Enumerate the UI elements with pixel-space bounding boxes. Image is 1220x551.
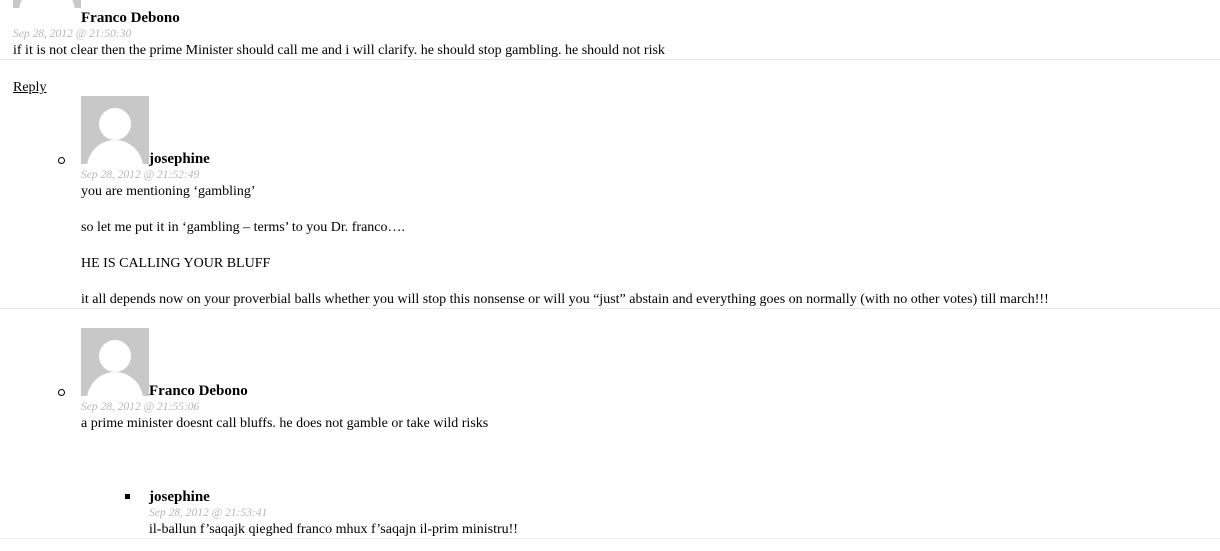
comment-text: HE IS CALLING YOUR BLUFF bbox=[81, 256, 271, 271]
comment-text: it all depends now on your proverbial ba… bbox=[81, 292, 1049, 307]
list-bullet bbox=[58, 389, 65, 396]
divider bbox=[0, 59, 1220, 60]
comment-text: if it is not clear then the prime Minist… bbox=[13, 43, 665, 58]
reply-link[interactable]: Reply bbox=[13, 79, 46, 96]
avatar bbox=[81, 96, 149, 164]
list-bullet bbox=[125, 494, 130, 499]
divider bbox=[0, 308, 1220, 309]
comment-text: so let me put it in ‘gambling – terms’ t… bbox=[81, 220, 406, 235]
avatar bbox=[81, 328, 149, 396]
divider bbox=[0, 538, 1220, 539]
comment-text: you are mentioning ‘gambling’ bbox=[81, 184, 256, 199]
comment-date: Sep 28, 2012 @ 21:53:41 bbox=[149, 507, 268, 519]
comment-author: josephine bbox=[149, 151, 210, 167]
comment-date: Sep 28, 2012 @ 21:55:06 bbox=[81, 401, 200, 413]
comment-date: Sep 28, 2012 @ 21:52:49 bbox=[81, 169, 200, 181]
comment-author: josephine bbox=[149, 489, 210, 505]
comment-author: Franco Debono bbox=[149, 383, 248, 399]
list-bullet bbox=[58, 157, 65, 164]
comment-author: Franco Debono bbox=[81, 10, 180, 26]
comment-text: il-ballun f’saqajk qieghed franco mhux f… bbox=[149, 522, 518, 537]
avatar bbox=[13, 0, 81, 8]
comment-text: a prime minister doesnt call bluffs. he … bbox=[81, 416, 489, 431]
comment-date: Sep 28, 2012 @ 21:50:30 bbox=[13, 28, 132, 40]
